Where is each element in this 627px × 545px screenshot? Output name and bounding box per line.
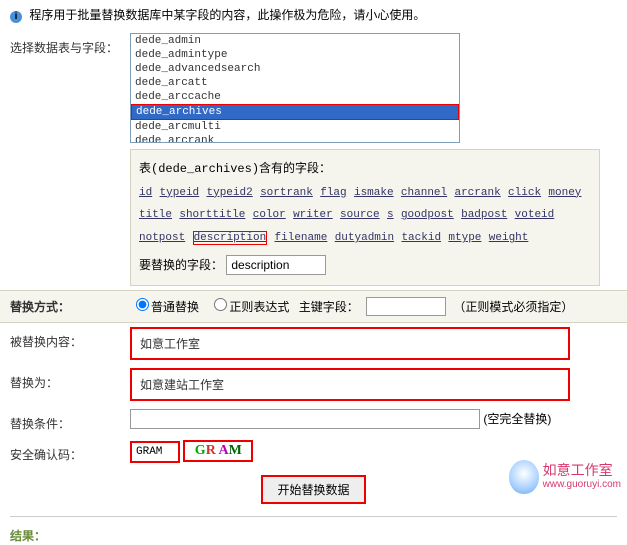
radio-regex[interactable] <box>214 298 227 311</box>
regex-note: （正则模式必须指定） <box>453 300 573 314</box>
field-link[interactable]: title <box>139 209 172 221</box>
field-link[interactable]: filename <box>275 232 328 244</box>
radio-normal[interactable] <box>136 298 149 311</box>
key-field-label: 主键字段： <box>299 300 359 314</box>
label-replace-cond: 替换条件： <box>10 409 130 432</box>
field-link[interactable]: dutyadmin <box>335 232 394 244</box>
field-link[interactable]: s <box>387 209 394 221</box>
field-link[interactable]: goodpost <box>401 209 454 221</box>
field-link[interactable]: description <box>193 231 268 245</box>
radio-regex-label: 正则表达式 <box>229 300 289 314</box>
field-link[interactable]: sortrank <box>260 187 313 199</box>
field-link[interactable]: money <box>548 187 581 199</box>
field-link[interactable]: id <box>139 187 152 199</box>
cond-note: (空完全替换) <box>483 412 551 426</box>
replace-to-input[interactable]: 如意建站工作室 <box>130 368 570 401</box>
table-option[interactable]: dede_advancedsearch <box>131 62 459 76</box>
label-replace-to: 替换为： <box>10 368 130 391</box>
label-replaced-content: 被替换内容： <box>10 327 130 350</box>
radio-normal-label: 普通替换 <box>151 300 199 314</box>
field-link[interactable]: tackid <box>401 232 441 244</box>
watermark-text: 如意工作室 <box>543 464 621 479</box>
field-link[interactable]: click <box>508 187 541 199</box>
table-option[interactable]: dede_admintype <box>131 48 459 62</box>
field-link[interactable]: weight <box>489 232 529 244</box>
field-link[interactable]: notpost <box>139 232 185 244</box>
table-option[interactable]: dede_arcatt <box>131 76 459 90</box>
field-link[interactable]: typeid <box>160 187 200 199</box>
field-link[interactable]: shorttitle <box>179 209 245 221</box>
divider <box>10 516 617 517</box>
field-link[interactable]: source <box>340 209 380 221</box>
field-to-replace-label: 要替换的字段： <box>139 258 223 272</box>
table-option[interactable]: dede_arccache <box>131 90 459 104</box>
table-option[interactable]: dede_admin <box>131 34 459 48</box>
field-link[interactable]: badpost <box>461 209 507 221</box>
fields-list: id typeid typeid2 sortrank flag ismake c… <box>139 184 585 244</box>
watermark-logo-icon <box>509 460 539 494</box>
captcha-input[interactable] <box>130 441 180 463</box>
replaced-content-input[interactable]: 如意工作室 <box>130 327 570 360</box>
submit-button[interactable]: 开始替换数据 <box>261 475 365 504</box>
field-link[interactable]: mtype <box>448 232 481 244</box>
field-link[interactable]: voteid <box>515 209 555 221</box>
field-link[interactable]: writer <box>293 209 333 221</box>
key-field-input[interactable] <box>366 297 446 316</box>
field-link[interactable]: flag <box>320 187 346 199</box>
warning-note: i 程序用于批量替换数据库中某字段的内容，此操作极为危险，请小心使用。 <box>0 0 627 29</box>
watermark-url: www.guoruyi.com <box>543 479 621 490</box>
field-link[interactable]: typeid2 <box>207 187 253 199</box>
table-option[interactable]: dede_arcrank <box>131 134 459 143</box>
label-select-table: 选择数据表与字段： <box>10 33 130 56</box>
table-list[interactable]: dede_admindede_admintypedede_advancedsea… <box>130 33 460 143</box>
field-link[interactable]: ismake <box>354 187 394 199</box>
result-label: 结果： <box>0 521 627 545</box>
field-link[interactable]: arcrank <box>454 187 500 199</box>
label-replace-mode: 替换方式： <box>10 298 130 315</box>
captcha-image[interactable]: GR AM <box>183 440 253 462</box>
field-link[interactable]: color <box>253 209 286 221</box>
warning-text: 程序用于批量替换数据库中某字段的内容，此操作极为危险，请小心使用。 <box>29 8 425 22</box>
label-captcha: 安全确认码： <box>10 440 130 463</box>
replace-cond-input[interactable] <box>130 409 480 429</box>
table-option[interactable]: dede_archives <box>131 104 459 120</box>
table-option[interactable]: dede_arcmulti <box>131 120 459 134</box>
field-to-replace-input[interactable] <box>226 255 326 275</box>
info-icon: i <box>10 11 22 23</box>
fields-title: 表(dede_archives)含有的字段： <box>139 162 331 176</box>
watermark: 如意工作室 www.guoruyi.com <box>509 460 621 494</box>
fields-area: 表(dede_archives)含有的字段： id typeid typeid2… <box>130 149 600 286</box>
field-link[interactable]: channel <box>401 187 447 199</box>
